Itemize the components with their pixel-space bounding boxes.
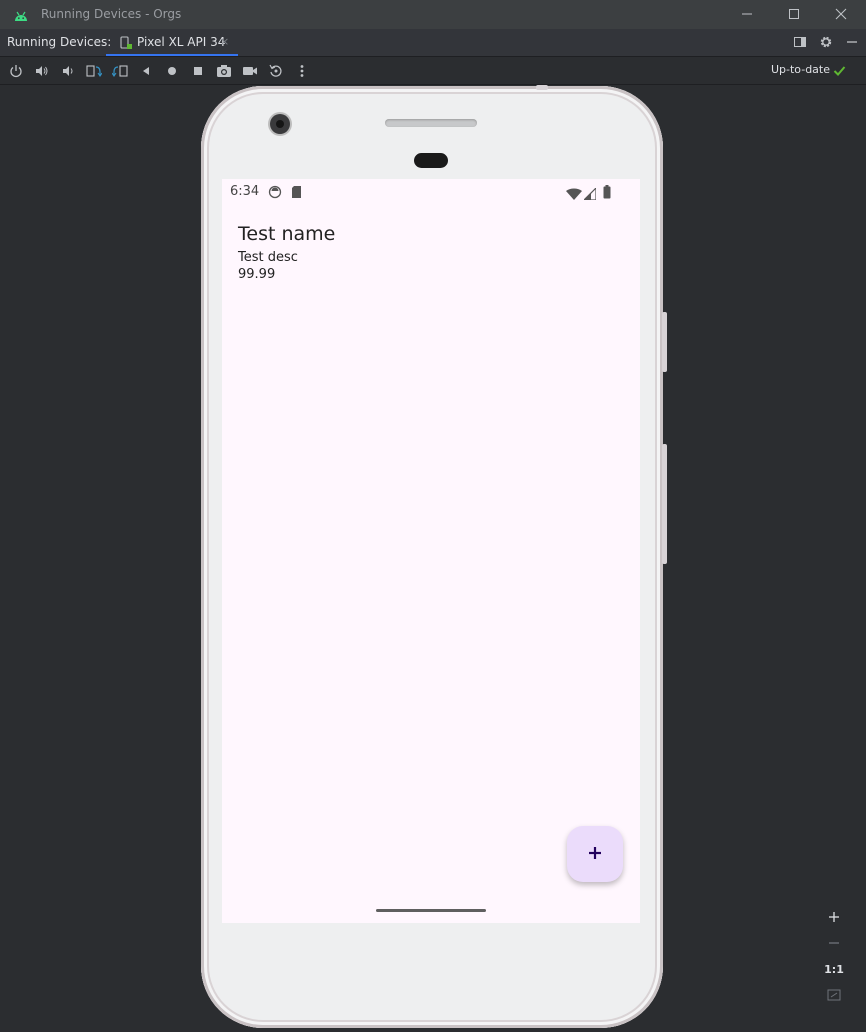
- sync-status-text: Up-to-date: [770, 63, 830, 76]
- close-icon: [835, 5, 847, 24]
- maximize-icon: [788, 5, 800, 24]
- device-top-button: [536, 85, 548, 90]
- device-power-button: [662, 312, 667, 372]
- earpiece-speaker: [385, 119, 477, 127]
- window-title: Running Devices - Orgs: [41, 7, 182, 21]
- debug-icon: [268, 184, 282, 203]
- device-screen[interactable]: 6:34 Test name Test desc 99.99: [222, 179, 640, 923]
- volume-up-icon[interactable]: [33, 62, 51, 80]
- screenshot-icon[interactable]: [215, 62, 233, 80]
- device-toolbar: Up-to-date: [0, 57, 866, 85]
- layout-icon[interactable]: [793, 34, 807, 53]
- zoom-in-button[interactable]: [821, 904, 847, 930]
- screen-record-icon[interactable]: [241, 62, 259, 80]
- product-price: 99.99: [238, 267, 276, 282]
- home-icon[interactable]: [163, 62, 181, 80]
- add-product-fab[interactable]: [567, 826, 623, 882]
- android-icon: [14, 7, 28, 26]
- check-icon: [833, 62, 846, 81]
- power-icon[interactable]: [7, 62, 25, 80]
- active-tab-indicator: [106, 54, 238, 56]
- gear-icon[interactable]: [819, 34, 833, 53]
- back-icon[interactable]: [137, 62, 155, 80]
- wifi-icon: [566, 185, 582, 204]
- status-bar-time: 6:34: [230, 184, 260, 199]
- front-camera: [270, 114, 290, 134]
- tab-pixel-xl-api-34[interactable]: Pixel XL API 34 ×: [106, 29, 238, 56]
- rotate-left-icon[interactable]: [85, 62, 103, 80]
- fit-screen-icon[interactable]: [821, 982, 847, 1008]
- rotate-right-icon[interactable]: [111, 62, 129, 80]
- more-icon[interactable]: [293, 62, 311, 80]
- tab-title: Pixel XL API 34: [137, 35, 226, 49]
- close-window-button[interactable]: [818, 0, 864, 29]
- reset-icon[interactable]: [267, 62, 285, 80]
- gesture-home-bar[interactable]: [376, 909, 486, 912]
- minimize-panel-icon[interactable]: [845, 34, 859, 53]
- tab-close-icon[interactable]: ×: [220, 35, 229, 48]
- window-title-bar: Running Devices - Orgs: [0, 0, 866, 30]
- proximity-sensor: [414, 153, 448, 168]
- volume-down-icon[interactable]: [59, 62, 77, 80]
- product-name: Test name: [238, 223, 336, 245]
- zoom-out-button[interactable]: [821, 930, 847, 956]
- actual-size-button[interactable]: 1:1: [821, 956, 847, 982]
- maximize-window-button[interactable]: [771, 0, 817, 29]
- phone-icon: [119, 35, 133, 54]
- signal-icon: [582, 185, 597, 204]
- plus-icon: [588, 845, 602, 864]
- running-devices-tabbar: Running Devices: Pixel XL API 34 ×: [0, 29, 866, 57]
- overview-icon[interactable]: [189, 62, 207, 80]
- minimize-icon: [741, 5, 753, 24]
- running-devices-label: Running Devices:: [7, 35, 112, 49]
- battery-icon: [603, 184, 611, 203]
- minimize-window-button[interactable]: [724, 0, 770, 29]
- product-item[interactable]: Test name Test desc 99.99: [238, 223, 335, 282]
- device-volume-button: [662, 444, 667, 564]
- zoom-controls: 1:1: [821, 904, 847, 1008]
- sd-card-icon: [291, 184, 303, 203]
- product-description: Test desc: [238, 250, 298, 265]
